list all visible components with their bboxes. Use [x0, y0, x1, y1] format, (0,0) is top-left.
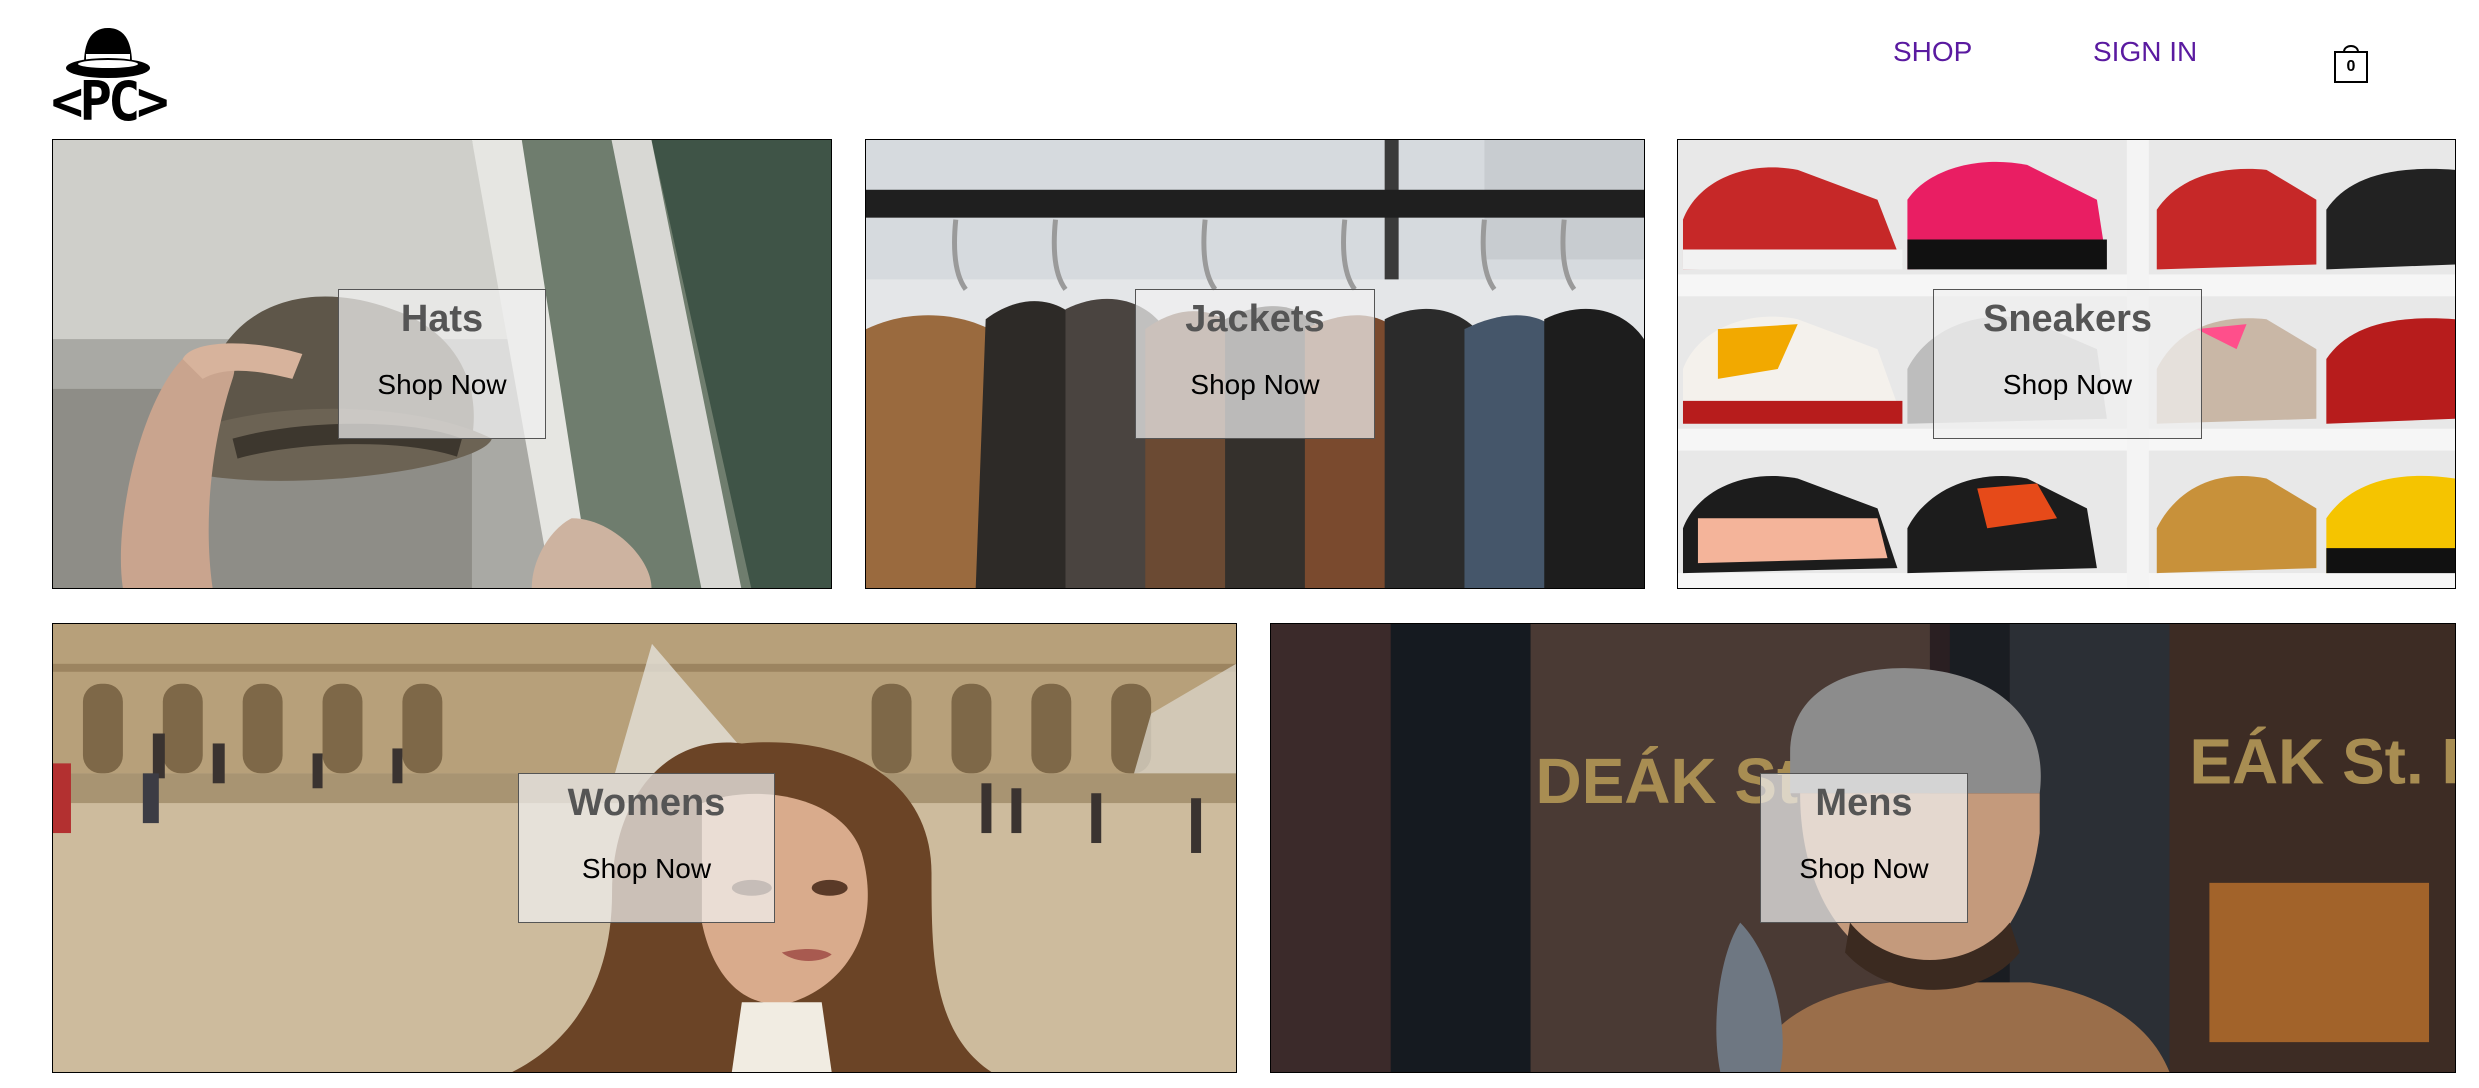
category-title: Mens	[1815, 782, 1913, 824]
svg-text:DEÁK St: DEÁK St	[1536, 745, 1799, 817]
category-tile-jackets[interactable]: Jackets Shop Now	[865, 139, 1645, 589]
shop-now-link[interactable]: Shop Now	[1934, 368, 2201, 402]
category-label-box: Hats Shop Now	[338, 289, 546, 439]
cart-button[interactable]: 0	[2333, 40, 2369, 84]
shop-now-link[interactable]: Shop Now	[519, 852, 774, 886]
cart-count: 0	[2346, 58, 2356, 75]
logo-text: <PC>	[50, 70, 169, 133]
category-title: Womens	[567, 782, 726, 824]
category-title: Jackets	[1185, 298, 1325, 340]
category-tile-mens[interactable]: DEÁK St EÁK St. R Mens Shop Now	[1270, 623, 2456, 1073]
category-label-box: Sneakers Shop Now	[1933, 289, 2202, 439]
category-tile-womens[interactable]: Womens Shop Now	[52, 623, 1237, 1073]
shop-now-link[interactable]: Shop Now	[339, 368, 545, 402]
logo[interactable]: <PC>	[40, 20, 176, 133]
shop-now-link[interactable]: Shop Now	[1761, 852, 1967, 886]
category-label-box: Womens Shop Now	[518, 773, 775, 923]
nav-sign-in-link[interactable]: SIGN IN	[2093, 36, 2197, 68]
nav-shop-link[interactable]: SHOP	[1893, 36, 1972, 68]
category-label-box: Jackets Shop Now	[1135, 289, 1375, 439]
category-tile-sneakers[interactable]: Sneakers Shop Now	[1677, 139, 2456, 589]
category-tile-hats[interactable]: Hats Shop Now	[52, 139, 832, 589]
category-title: Hats	[400, 298, 484, 340]
category-label-box: Mens Shop Now	[1760, 773, 1968, 923]
svg-text:EÁK St. R: EÁK St. R	[2189, 725, 2455, 797]
shop-now-link[interactable]: Shop Now	[1136, 368, 1374, 402]
category-title: Sneakers	[1982, 298, 2152, 340]
